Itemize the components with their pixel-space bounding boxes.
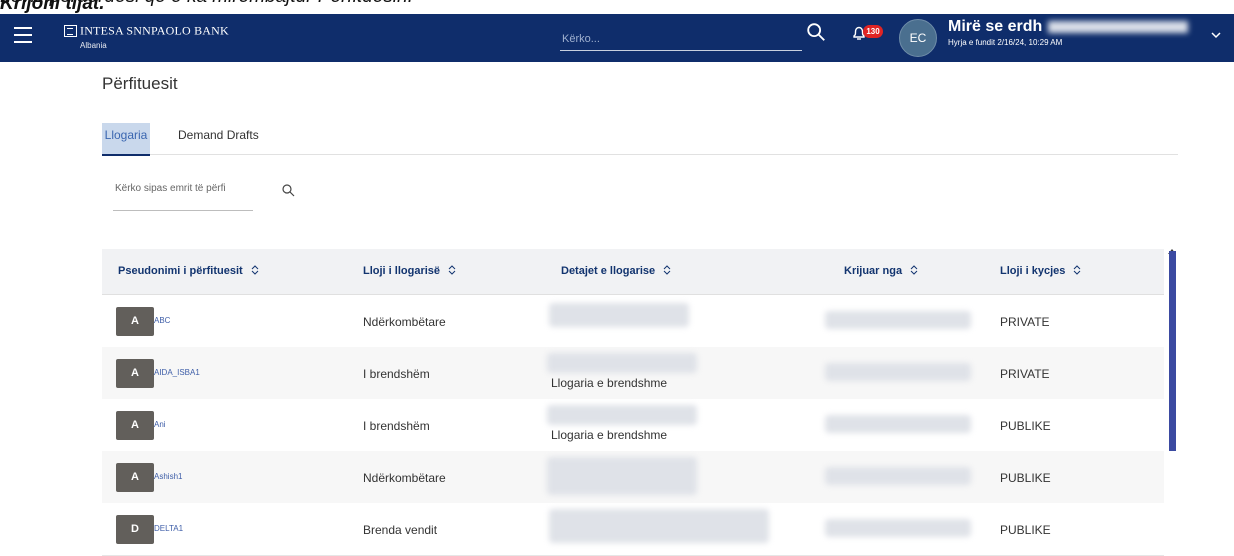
account-type: Ndërkombëtare: [363, 471, 446, 485]
avatar[interactable]: EC: [899, 19, 937, 57]
page-title: Përfituesit: [102, 74, 178, 93]
beneficiary-avatar: A: [116, 307, 154, 336]
beneficiary-avatar: A: [116, 359, 154, 388]
sort-icon[interactable]: [448, 265, 456, 275]
welcome-text: Mirë se erdh: [948, 18, 1043, 35]
redacted-created-by: [825, 467, 971, 485]
tab-demand-drafts[interactable]: Demand Drafts: [178, 123, 259, 154]
table-scrollbar[interactable]: [1169, 251, 1176, 451]
column-header-account-type[interactable]: Lloji i llogarisë: [363, 265, 456, 277]
table-header: Pseudonimi i përfituesit Lloji i llogari…: [102, 249, 1164, 295]
redacted-created-by: [825, 415, 971, 433]
sort-icon[interactable]: [910, 265, 918, 275]
notifications-badge[interactable]: 130: [863, 25, 883, 38]
beneficiary-search: [113, 178, 257, 211]
account-type: I brendshëm: [363, 419, 430, 433]
table-row[interactable]: A Ani I brendshëm Llogaria e brendshme P…: [102, 399, 1164, 452]
search-icon[interactable]: [281, 183, 295, 197]
beneficiaries-table: Pseudonimi i përfituesit Lloji i llogari…: [102, 249, 1164, 556]
top-strip-text: Lëviz përdoruesi që e ka mirëmbajtur Për…: [0, 0, 413, 8]
account-type: Brenda vendit: [363, 523, 438, 537]
beneficiary-search-input[interactable]: [113, 182, 257, 195]
user-name-redacted: [1048, 20, 1189, 33]
redacted-created-by: [825, 311, 971, 329]
account-type: I brendshëm: [363, 367, 430, 381]
sort-icon[interactable]: [663, 265, 671, 275]
beneficiary-avatar: A: [116, 411, 154, 440]
account-details: Llogaria e brendshme: [551, 376, 668, 390]
brand-name: INTESA SNNPAOLO BANK: [80, 23, 229, 38]
navbar: INTESA SNNPAOLO BANK Albania Kërko... 13…: [0, 14, 1234, 62]
access-type: PRIVATE: [1000, 315, 1050, 329]
redacted-account-details: [549, 509, 769, 543]
account-details: Llogaria e brendshme: [551, 428, 668, 442]
column-header-alias[interactable]: Pseudonimi i përfituesit: [118, 265, 259, 277]
access-type: PUBLIKE: [1000, 419, 1051, 433]
chevron-down-icon[interactable]: [1210, 29, 1222, 41]
menu-icon[interactable]: [14, 27, 32, 43]
table-row[interactable]: A ABC Ndërkombëtare PRIVATE: [102, 295, 1164, 348]
table-row[interactable]: A AIDA_ISBA1 I brendshëm Llogaria e bren…: [102, 347, 1164, 400]
search-placeholder: Kërko...: [562, 33, 600, 45]
search-icon[interactable]: [805, 21, 827, 43]
redacted-account-details: [547, 353, 697, 373]
tab-llogaria[interactable]: Llogaria: [102, 123, 150, 156]
redacted-account-details: [549, 303, 689, 327]
column-header-access-type[interactable]: Lloji i kycjes: [1000, 265, 1081, 277]
column-header-account-details[interactable]: Detajet e llogarise: [561, 265, 671, 277]
table-row[interactable]: A Ashish1 Ndërkombëtare PUBLIKE: [102, 451, 1164, 504]
table-row[interactable]: D DELTA1 Brenda vendit PUBLIKE: [102, 503, 1164, 556]
beneficiary-avatar: D: [116, 515, 154, 544]
beneficiary-name-link[interactable]: AIDA_ISBA1: [154, 368, 200, 377]
brand[interactable]: INTESA SNNPAOLO BANK Albania: [64, 22, 229, 50]
column-header-created-by[interactable]: Krijuar nga: [844, 265, 918, 277]
brand-sub: Albania: [80, 41, 107, 50]
redacted-account-details: [547, 457, 697, 495]
last-login: Hyrja e fundit 2/16/24, 10:29 AM: [948, 38, 1063, 47]
access-type: PUBLIKE: [1000, 523, 1051, 537]
beneficiary-name-link[interactable]: DELTA1: [154, 524, 183, 533]
welcome: Mirë se erdh Hyrja e fundit 2/16/24, 10:…: [948, 18, 1189, 47]
redacted-account-details: [547, 405, 697, 425]
redacted-created-by: [825, 519, 971, 537]
sort-icon[interactable]: [1073, 265, 1081, 275]
redacted-created-by: [825, 363, 971, 381]
tabs: Llogaria Demand Drafts: [102, 123, 1178, 156]
sort-icon[interactable]: [251, 265, 259, 275]
beneficiary-name-link[interactable]: Ani: [154, 420, 166, 429]
top-strip: Krijoni tijat. Lëviz përdoruesi që e ka …: [0, 0, 1234, 14]
account-type: Ndërkombëtare: [363, 315, 446, 329]
brand-logo-icon: [64, 24, 77, 37]
search-input[interactable]: Kërko...: [560, 24, 802, 51]
beneficiary-avatar: A: [116, 463, 154, 492]
access-type: PUBLIKE: [1000, 471, 1051, 485]
beneficiary-name-link[interactable]: Ashish1: [154, 472, 182, 481]
beneficiary-name-link[interactable]: ABC: [154, 316, 170, 325]
access-type: PRIVATE: [1000, 367, 1050, 381]
